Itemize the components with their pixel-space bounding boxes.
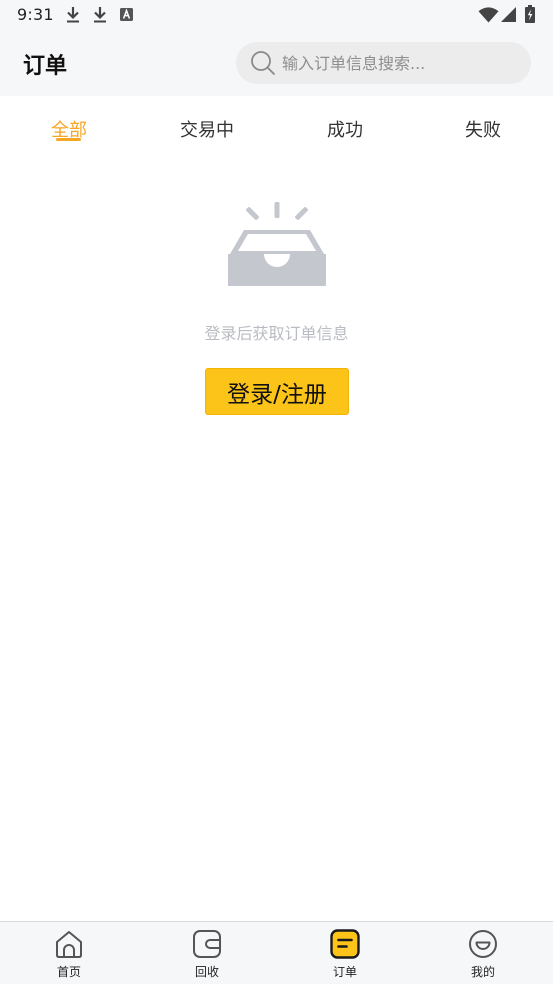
nav-label-orders: 订单 <box>332 965 357 979</box>
order-icon <box>330 929 360 959</box>
active-tab-indicator <box>56 138 81 141</box>
download-icon <box>67 7 79 23</box>
nav-item-recycle[interactable]: 回收 <box>138 922 276 984</box>
tab-success[interactable]: 成功 <box>276 116 414 142</box>
keyboard-icon <box>120 8 133 21</box>
battery-charging-icon <box>525 5 535 23</box>
status-time: 9:31 <box>17 5 54 24</box>
header: 订单 <box>0 30 553 96</box>
download-icon <box>94 7 106 23</box>
wallet-icon <box>193 930 221 958</box>
page-title: 订单 <box>23 54 68 79</box>
empty-inbox-icon <box>228 202 326 286</box>
nav-item-home[interactable]: 首页 <box>0 922 138 984</box>
nav-label-recycle: 回收 <box>194 965 219 979</box>
nav-label-profile: 我的 <box>470 965 495 979</box>
nav-item-orders[interactable]: 订单 <box>276 922 414 984</box>
home-icon <box>56 931 82 958</box>
signal-icon <box>501 7 516 22</box>
bottom-navigation: 首页 回收 订单 我的 <box>0 921 553 984</box>
wifi-icon <box>478 7 499 23</box>
nav-item-profile[interactable]: 我的 <box>414 922 552 984</box>
nav-label-home: 首页 <box>56 965 81 979</box>
empty-state-message: 登录后获取订单信息 <box>204 324 349 343</box>
tab-in-progress[interactable]: 交易中 <box>138 116 276 142</box>
search-bar[interactable] <box>236 42 531 84</box>
search-input[interactable] <box>282 42 518 84</box>
order-status-tabs: 全部 交易中 成功 失败 <box>0 96 553 160</box>
profile-icon <box>469 930 497 958</box>
status-bar: 9:31 <box>0 0 553 30</box>
tab-failed[interactable]: 失败 <box>414 116 552 142</box>
search-icon[interactable] <box>250 50 276 76</box>
login-register-button[interactable]: 登录/注册 <box>205 368 349 415</box>
